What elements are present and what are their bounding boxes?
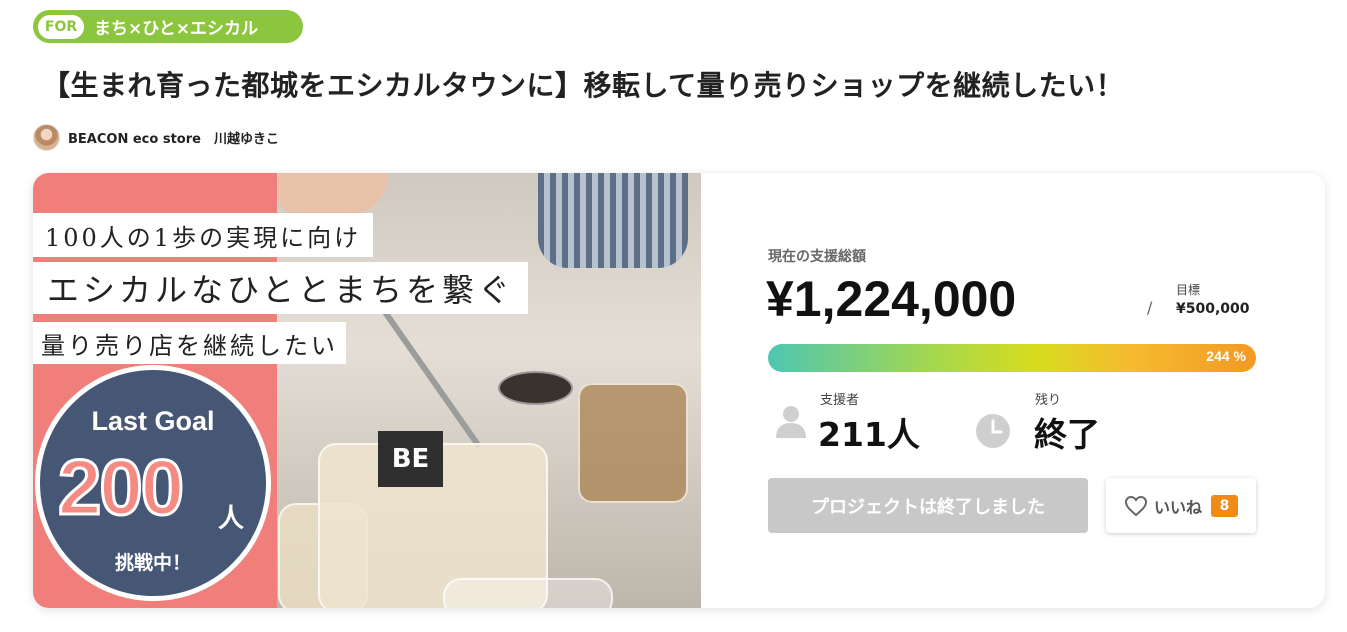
hero-caption-1: 100人の1歩の実現に向け — [33, 213, 374, 257]
remaining-label: 残り — [1035, 393, 1062, 408]
clock-icon — [976, 414, 1010, 448]
tag-label: まち×ひと×エシカル — [94, 19, 258, 39]
hero-image: BE 100人の1歩の実現に向け エシカルなひととまちを繋ぐ 量り売り店を継続し… — [33, 173, 701, 608]
target-value: ¥500,000 — [1176, 301, 1250, 317]
project-title: 【生まれ育った都城をエシカルタウンに】移転して量り売りショップを継続したい！ — [42, 69, 1125, 102]
striped-sleeve — [538, 173, 688, 268]
category-tag[interactable]: FOR まち×ひと×エシカル — [33, 10, 303, 43]
project-owner[interactable]: BEACON eco store 川越ゆきこ — [33, 123, 279, 151]
like-label: いいね — [1153, 497, 1202, 517]
goal-title: Last Goal — [91, 406, 215, 436]
progress-percent: 244 % — [1206, 348, 1246, 364]
amount-separator: / — [1147, 298, 1153, 317]
owner-name[interactable]: BEACON eco store 川越ゆきこ — [68, 128, 279, 147]
like-button[interactable]: いいね 8 — [1106, 478, 1256, 533]
granola-jar — [578, 383, 688, 503]
jar-label: BE — [378, 431, 443, 487]
progress-fill — [768, 344, 1256, 372]
person-icon — [776, 406, 806, 438]
jar — [443, 578, 613, 608]
goal-subtitle: 挑戦中！ — [114, 552, 191, 574]
project-card: BE 100人の1歩の実現に向け エシカルなひととまちを繋ぐ 量り売り店を継続し… — [33, 173, 1325, 608]
goal-number: 200 — [56, 442, 185, 533]
spoon — [498, 371, 573, 405]
heart-icon — [1124, 495, 1147, 516]
remaining-value: 終了 — [1034, 415, 1100, 454]
hero-caption-2: エシカルなひととまちを繋ぐ — [33, 262, 529, 314]
amount-label: 現在の支援総額 — [768, 249, 866, 265]
progress-bar: 244 % — [768, 344, 1256, 372]
amount-value: ¥1,224,000 — [766, 271, 1017, 327]
funding-panel: 現在の支援総額 ¥1,224,000 / 目標 ¥500,000 244 % 支… — [701, 173, 1325, 608]
goal-unit: 人 — [218, 504, 245, 534]
tag-prefix: FOR — [38, 14, 84, 39]
backers-value: 211人 — [818, 415, 920, 454]
hero-caption-3: 量り売り店を継続したい — [33, 322, 346, 364]
backers-label: 支援者 — [820, 393, 860, 408]
project-ended-button[interactable]: プロジェクトは終了しました — [768, 478, 1088, 533]
like-count: 8 — [1211, 494, 1238, 517]
goal-badge: Last Goal 200 人 挑戦中！ — [35, 365, 271, 601]
target-label: 目標 — [1176, 283, 1201, 297]
avatar-icon — [33, 123, 60, 151]
